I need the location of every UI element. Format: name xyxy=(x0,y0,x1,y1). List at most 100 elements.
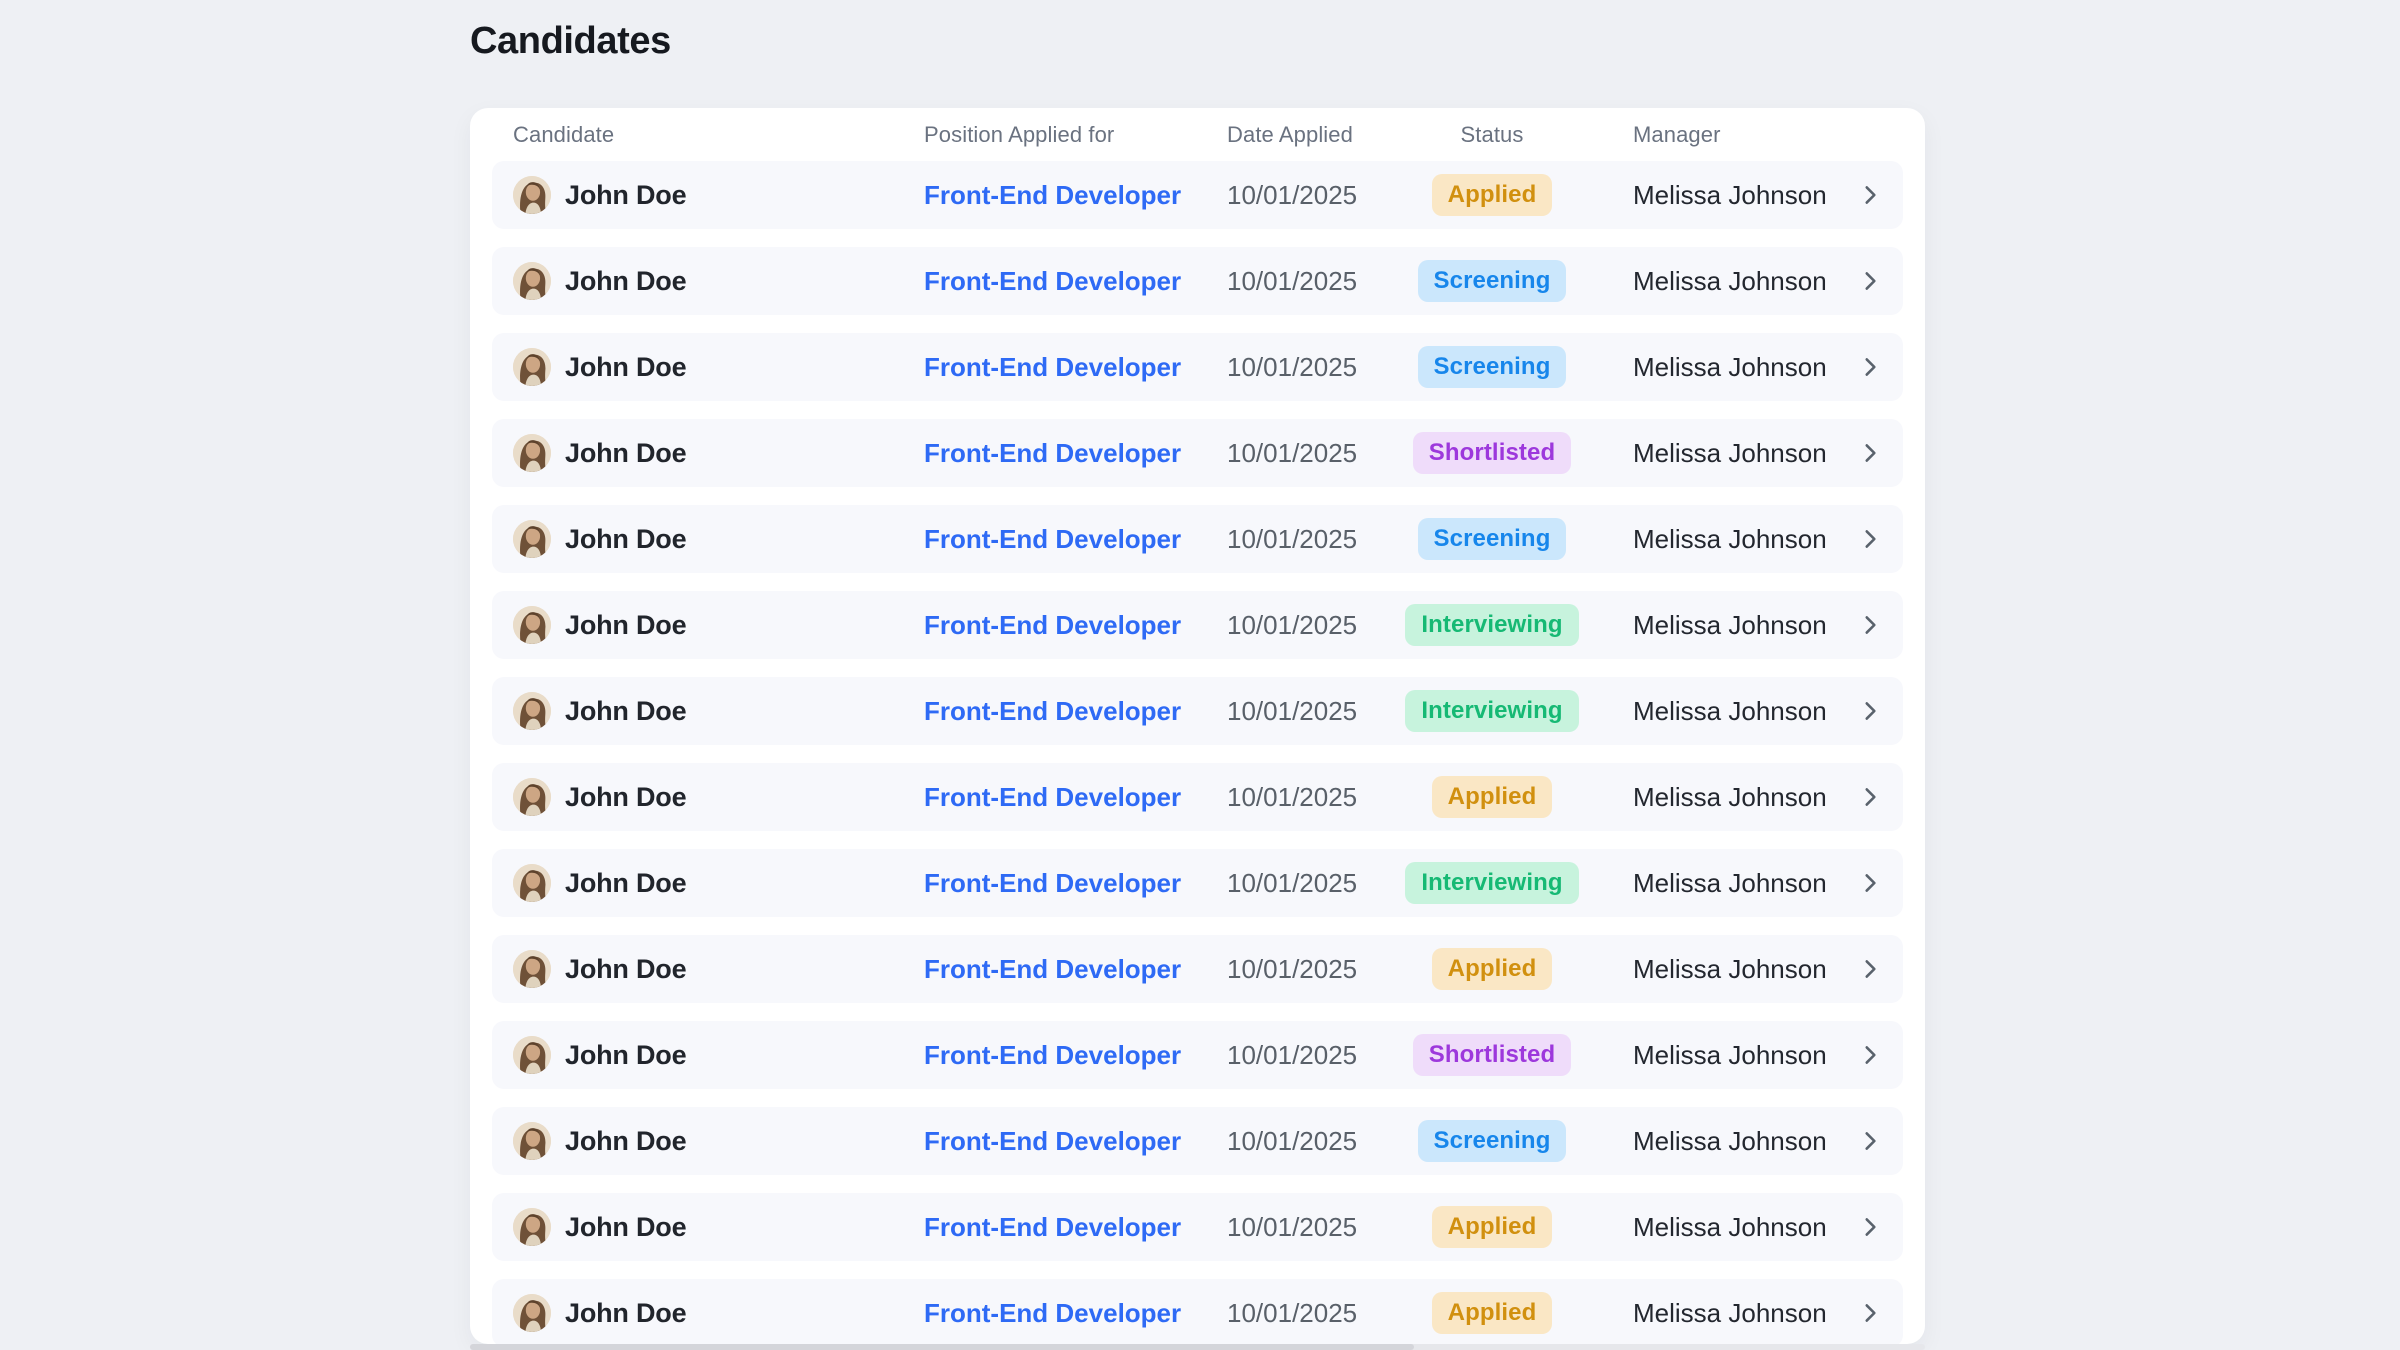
manager-name: Melissa Johnson xyxy=(1582,1126,1853,1157)
candidate-name: John Doe xyxy=(565,696,686,727)
table-row[interactable]: John Doe Front-End Developer 10/01/2025 … xyxy=(492,333,1903,401)
chevron-right-icon xyxy=(1857,698,1883,724)
table-row[interactable]: John Doe Front-End Developer 10/01/2025 … xyxy=(492,1193,1903,1261)
position-link[interactable]: Front-End Developer xyxy=(924,352,1227,383)
horizontal-scrollbar[interactable] xyxy=(470,1344,1925,1350)
status-cell: Applied xyxy=(1402,948,1582,990)
position-link[interactable]: Front-End Developer xyxy=(924,438,1227,469)
candidate-cell: John Doe xyxy=(513,1122,924,1160)
position-link[interactable]: Front-End Developer xyxy=(924,1298,1227,1329)
row-chevron[interactable] xyxy=(1853,956,1883,982)
status-badge: Interviewing xyxy=(1405,690,1578,732)
table-row[interactable]: John Doe Front-End Developer 10/01/2025 … xyxy=(492,849,1903,917)
candidate-name: John Doe xyxy=(565,352,686,383)
chevron-right-icon xyxy=(1857,440,1883,466)
table-row[interactable]: John Doe Front-End Developer 10/01/2025 … xyxy=(492,1107,1903,1175)
candidates-table-card: Candidate Position Applied for Date Appl… xyxy=(470,108,1925,1344)
manager-name: Melissa Johnson xyxy=(1582,352,1853,383)
horizontal-scrollbar-thumb[interactable] xyxy=(470,1344,1414,1350)
candidate-cell: John Doe xyxy=(513,778,924,816)
status-badge: Screening xyxy=(1418,346,1567,388)
status-badge: Applied xyxy=(1432,1292,1553,1334)
table-row[interactable]: John Doe Front-End Developer 10/01/2025 … xyxy=(492,763,1903,831)
date-applied: 10/01/2025 xyxy=(1227,1126,1402,1157)
row-chevron[interactable] xyxy=(1853,268,1883,294)
candidate-name: John Doe xyxy=(565,1298,686,1329)
manager-name: Melissa Johnson xyxy=(1582,1298,1853,1329)
candidate-cell: John Doe xyxy=(513,262,924,300)
position-link[interactable]: Front-End Developer xyxy=(924,696,1227,727)
candidate-cell: John Doe xyxy=(513,606,924,644)
candidate-avatar xyxy=(513,950,551,988)
candidate-cell: John Doe xyxy=(513,1208,924,1246)
manager-name: Melissa Johnson xyxy=(1582,266,1853,297)
page-title: Candidates xyxy=(470,20,671,63)
status-cell: Screening xyxy=(1402,260,1582,302)
manager-name: Melissa Johnson xyxy=(1582,1212,1853,1243)
position-link[interactable]: Front-End Developer xyxy=(924,782,1227,813)
table-row[interactable]: John Doe Front-End Developer 10/01/2025 … xyxy=(492,161,1903,229)
chevron-right-icon xyxy=(1857,612,1883,638)
table-row[interactable]: John Doe Front-End Developer 10/01/2025 … xyxy=(492,677,1903,745)
table-row[interactable]: John Doe Front-End Developer 10/01/2025 … xyxy=(492,1279,1903,1344)
row-chevron[interactable] xyxy=(1853,354,1883,380)
date-applied: 10/01/2025 xyxy=(1227,352,1402,383)
position-link[interactable]: Front-End Developer xyxy=(924,266,1227,297)
row-chevron[interactable] xyxy=(1853,870,1883,896)
position-link[interactable]: Front-End Developer xyxy=(924,1040,1227,1071)
chevron-right-icon xyxy=(1857,182,1883,208)
candidate-avatar xyxy=(513,692,551,730)
row-chevron[interactable] xyxy=(1853,526,1883,552)
date-applied: 10/01/2025 xyxy=(1227,1040,1402,1071)
row-chevron[interactable] xyxy=(1853,1214,1883,1240)
candidate-name: John Doe xyxy=(565,1040,686,1071)
table-row[interactable]: John Doe Front-End Developer 10/01/2025 … xyxy=(492,247,1903,315)
column-header-date-applied: Date Applied xyxy=(1227,122,1402,148)
table-row[interactable]: John Doe Front-End Developer 10/01/2025 … xyxy=(492,419,1903,487)
position-link[interactable]: Front-End Developer xyxy=(924,610,1227,641)
date-applied: 10/01/2025 xyxy=(1227,954,1402,985)
row-chevron[interactable] xyxy=(1853,440,1883,466)
position-link[interactable]: Front-End Developer xyxy=(924,1126,1227,1157)
candidate-avatar xyxy=(513,864,551,902)
status-badge: Applied xyxy=(1432,776,1553,818)
table-row[interactable]: John Doe Front-End Developer 10/01/2025 … xyxy=(492,591,1903,659)
table-row[interactable]: John Doe Front-End Developer 10/01/2025 … xyxy=(492,505,1903,573)
status-badge: Applied xyxy=(1432,1206,1553,1248)
date-applied: 10/01/2025 xyxy=(1227,696,1402,727)
position-link[interactable]: Front-End Developer xyxy=(924,1212,1227,1243)
date-applied: 10/01/2025 xyxy=(1227,524,1402,555)
status-cell: Screening xyxy=(1402,1120,1582,1162)
candidate-avatar xyxy=(513,520,551,558)
candidate-avatar xyxy=(513,1036,551,1074)
candidate-cell: John Doe xyxy=(513,348,924,386)
chevron-right-icon xyxy=(1857,1300,1883,1326)
candidate-avatar xyxy=(513,1208,551,1246)
manager-name: Melissa Johnson xyxy=(1582,954,1853,985)
row-chevron[interactable] xyxy=(1853,698,1883,724)
row-chevron[interactable] xyxy=(1853,784,1883,810)
status-badge: Screening xyxy=(1418,518,1567,560)
row-chevron[interactable] xyxy=(1853,182,1883,208)
position-link[interactable]: Front-End Developer xyxy=(924,524,1227,555)
table-row[interactable]: John Doe Front-End Developer 10/01/2025 … xyxy=(492,1021,1903,1089)
status-cell: Interviewing xyxy=(1402,690,1582,732)
candidate-avatar xyxy=(513,606,551,644)
candidate-cell: John Doe xyxy=(513,1036,924,1074)
candidate-avatar xyxy=(513,348,551,386)
position-link[interactable]: Front-End Developer xyxy=(924,180,1227,211)
row-chevron[interactable] xyxy=(1853,612,1883,638)
chevron-right-icon xyxy=(1857,1214,1883,1240)
manager-name: Melissa Johnson xyxy=(1582,180,1853,211)
table-row[interactable]: John Doe Front-End Developer 10/01/2025 … xyxy=(492,935,1903,1003)
position-link[interactable]: Front-End Developer xyxy=(924,868,1227,899)
date-applied: 10/01/2025 xyxy=(1227,266,1402,297)
table-header-row: Candidate Position Applied for Date Appl… xyxy=(492,108,1903,161)
candidate-avatar xyxy=(513,778,551,816)
date-applied: 10/01/2025 xyxy=(1227,782,1402,813)
row-chevron[interactable] xyxy=(1853,1042,1883,1068)
position-link[interactable]: Front-End Developer xyxy=(924,954,1227,985)
row-chevron[interactable] xyxy=(1853,1300,1883,1326)
row-chevron[interactable] xyxy=(1853,1128,1883,1154)
status-cell: Applied xyxy=(1402,174,1582,216)
